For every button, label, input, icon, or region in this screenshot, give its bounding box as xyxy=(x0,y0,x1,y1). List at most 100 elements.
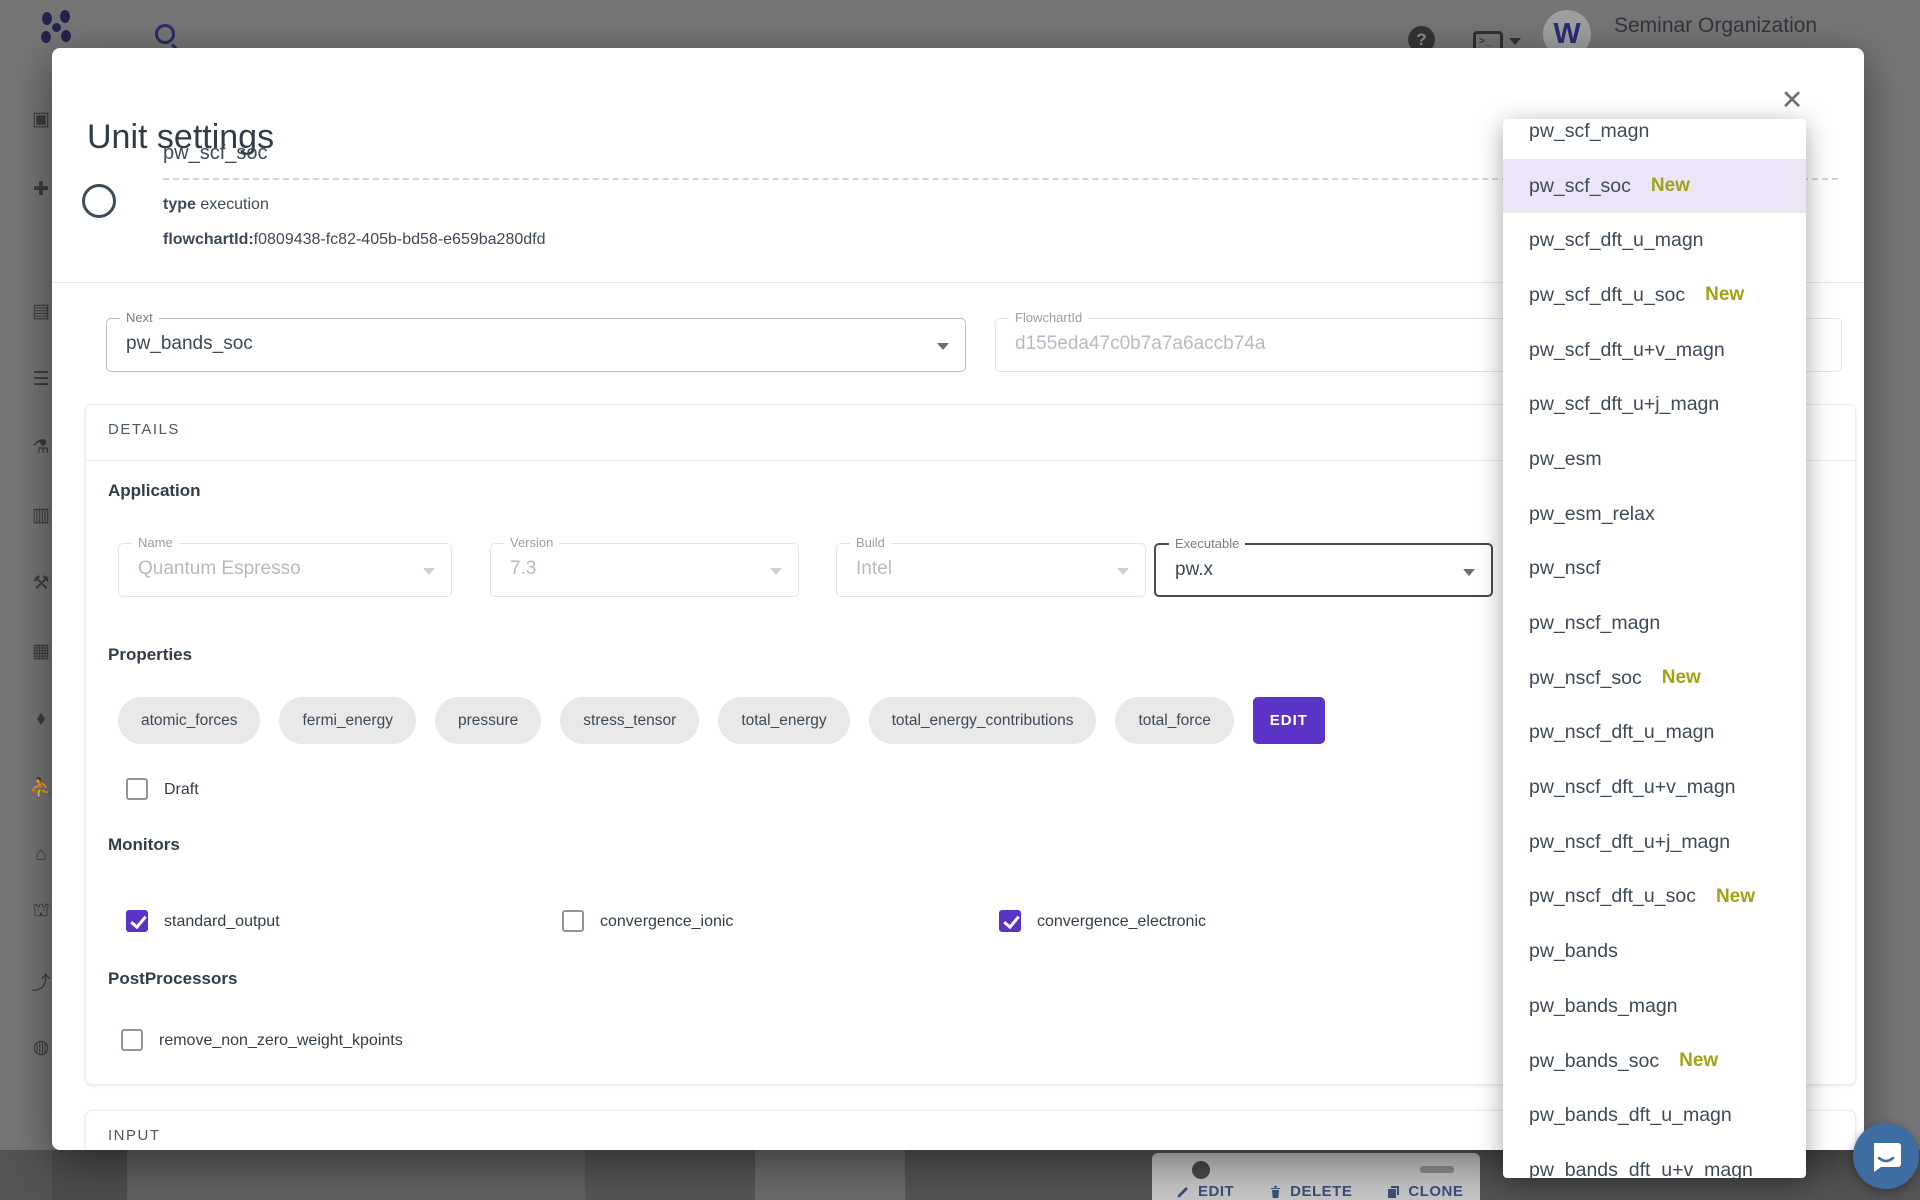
menu-item-label: pw_nscf_magn xyxy=(1529,612,1660,635)
menu-item-pw_nscf_dft_u_soc[interactable]: pw_nscf_dft_u_socNew xyxy=(1503,870,1806,925)
field-label: Build xyxy=(850,535,891,550)
menu-item-pw_bands[interactable]: pw_bands xyxy=(1503,924,1806,979)
remove_non_zero_weight_kpoints-checkbox[interactable] xyxy=(121,1029,143,1051)
search-icon[interactable] xyxy=(155,24,175,44)
draft-checkbox[interactable] xyxy=(126,778,148,800)
chevron-down-icon xyxy=(1463,569,1475,576)
plus-icon[interactable]: ✚ xyxy=(28,178,54,201)
menu-item-pw_nscf_dft_u+v_magn[interactable]: pw_nscf_dft_u+v_magn xyxy=(1503,760,1806,815)
menu-item-pw_esm[interactable]: pw_esm xyxy=(1503,432,1806,487)
menu-item-label: pw_nscf_dft_u+v_magn xyxy=(1529,776,1736,799)
field-value: Quantum Espresso xyxy=(138,558,301,580)
background-clone-button: CLONE xyxy=(1386,1183,1463,1200)
chevron-down-icon xyxy=(770,568,782,575)
postprocessors-title: PostProcessors xyxy=(108,969,237,989)
field-value: Intel xyxy=(856,558,892,580)
menu-item-pw_scf_dft_u+v_magn[interactable]: pw_scf_dft_u+v_magn xyxy=(1503,323,1806,378)
doc-icon[interactable]: ▥ xyxy=(28,504,54,527)
copy-icon[interactable]: ▤ xyxy=(28,300,54,323)
tag-icon[interactable]: ⬧ xyxy=(28,708,54,730)
new-badge: New xyxy=(1662,667,1701,689)
property-chip-total_force: total_force xyxy=(1115,697,1233,744)
input-header: INPUT xyxy=(108,1127,161,1144)
bank-icon[interactable]: ⌂ xyxy=(28,844,54,866)
chat-fab-button[interactable] xyxy=(1853,1123,1919,1189)
monitors-title: Monitors xyxy=(108,835,180,855)
menu-item-label: pw_scf_dft_u_magn xyxy=(1529,229,1704,252)
menu-item-pw_bands_dft_u_magn[interactable]: pw_bands_dft_u_magn xyxy=(1503,1088,1806,1143)
menu-item-pw_scf_dft_u_magn[interactable]: pw_scf_dft_u_magn xyxy=(1503,213,1806,268)
trash-icon xyxy=(1268,1184,1283,1199)
menu-item-pw_scf_dft_u+j_magn[interactable]: pw_scf_dft_u+j_magn xyxy=(1503,377,1806,432)
background-action-buttons: EDITDELETECLONE xyxy=(1176,1183,1463,1200)
build-select[interactable]: BuildIntel xyxy=(836,543,1146,597)
background-panel xyxy=(755,1150,905,1200)
unit-type: type execution xyxy=(163,196,269,214)
property-chip-stress_tensor: stress_tensor xyxy=(560,697,699,744)
remove_non_zero_weight_kpoints-label: remove_non_zero_weight_kpoints xyxy=(159,1032,403,1050)
menu-item-pw_nscf_dft_u_magn[interactable]: pw_nscf_dft_u_magn xyxy=(1503,706,1806,761)
squares-icon[interactable]: ▣ xyxy=(28,108,54,131)
flask-icon[interactable]: ⚗ xyxy=(28,436,54,459)
placeholder-bar xyxy=(1420,1166,1454,1173)
convergence_electronic-checkbox[interactable] xyxy=(999,910,1021,932)
menu-item-pw_scf_dft_u_soc[interactable]: pw_scf_dft_u_socNew xyxy=(1503,268,1806,323)
menu-item-pw_bands_soc[interactable]: pw_bands_socNew xyxy=(1503,1034,1806,1089)
field-label: Version xyxy=(504,535,559,550)
menu-item-pw_nscf_dft_u+j_magn[interactable]: pw_nscf_dft_u+j_magn xyxy=(1503,815,1806,870)
standard_output-checkbox[interactable] xyxy=(126,910,148,932)
globe-icon[interactable]: ◍ xyxy=(28,1036,54,1059)
menu-item-pw_nscf_magn[interactable]: pw_nscf_magn xyxy=(1503,596,1806,651)
convergence_ionic-checkbox[interactable] xyxy=(562,910,584,932)
menu-item-pw_nscf_soc[interactable]: pw_nscf_socNew xyxy=(1503,651,1806,706)
next-select-menu: pw_scf_magn pw_scf_soc New pw_scf_dft_u_mag… xyxy=(1503,119,1806,1178)
pencil-icon xyxy=(1176,1184,1191,1199)
new-badge: New xyxy=(1651,175,1690,197)
unit-node-icon xyxy=(82,184,116,218)
menu-item-label: pw_scf_dft_u+v_magn xyxy=(1529,339,1725,362)
organization-name: Seminar Organization xyxy=(1614,14,1817,38)
menu-item-pw_bands_dft_u+v_magn[interactable]: pw_bands_dft_u+v_magn xyxy=(1503,1143,1806,1178)
edit-properties-button[interactable]: EDIT xyxy=(1253,697,1325,744)
menu-item-label: pw_nscf xyxy=(1529,557,1601,580)
chevron-down-icon xyxy=(937,343,949,350)
status-dot-icon xyxy=(1192,1161,1210,1179)
menu-item-label: pw_esm_relax xyxy=(1529,503,1655,526)
next-select[interactable]: Next pw_bands_soc xyxy=(106,318,966,372)
media-icon[interactable]: ▦ xyxy=(28,640,54,663)
field-label: Executable xyxy=(1169,536,1245,551)
convergence_electronic-label: convergence_electronic xyxy=(1037,913,1206,931)
wrench-icon[interactable]: ⚒ xyxy=(28,572,54,595)
menu-item-label: pw_bands_dft_u+v_magn xyxy=(1529,1159,1753,1178)
menu-item-label: pw_nscf_dft_u+j_magn xyxy=(1529,831,1730,854)
executable-select[interactable]: Executablepw.x xyxy=(1154,543,1493,597)
clone-icon xyxy=(1386,1184,1401,1199)
menu-item-pw_nscf[interactable]: pw_nscf xyxy=(1503,542,1806,597)
background-action-card: EDITDELETECLONE xyxy=(1152,1153,1480,1200)
unit-type-label: type xyxy=(163,196,196,213)
details-header: DETAILS xyxy=(108,421,180,438)
menu-item-pw_bands_magn[interactable]: pw_bands_magn xyxy=(1503,979,1806,1034)
menu-item-label: pw_scf_dft_u+j_magn xyxy=(1529,393,1719,416)
close-icon[interactable]: ✕ xyxy=(1770,78,1814,122)
background-panel xyxy=(127,1150,585,1200)
version-select[interactable]: Version7.3 xyxy=(490,543,799,597)
menu-item-pw_scf_soc[interactable]: pw_scf_soc New xyxy=(1503,159,1806,214)
menu-item-label: pw_scf_soc xyxy=(1529,175,1631,198)
new-badge: New xyxy=(1679,1050,1718,1072)
users-icon[interactable]: ⛹ xyxy=(28,776,54,800)
draft-label: Draft xyxy=(164,781,199,799)
menu-item-label: pw_scf_magn xyxy=(1529,120,1649,143)
share-icon[interactable]: ⤴ xyxy=(28,968,54,995)
list-icon[interactable]: ☰ xyxy=(28,368,54,391)
name-select[interactable]: NameQuantum Espresso xyxy=(118,543,452,597)
team-icon[interactable]: ⛫ xyxy=(28,900,54,924)
background-edit-button: EDIT xyxy=(1176,1183,1234,1200)
menu-item-pw_scf_magn[interactable]: pw_scf_magn xyxy=(1503,119,1806,159)
flowchart-id-value: f0809438-fc82-405b-bd58-e659ba280dfd xyxy=(254,231,546,248)
menu-item-pw_esm_relax[interactable]: pw_esm_relax xyxy=(1503,487,1806,542)
chat-bubble-icon xyxy=(1869,1139,1903,1173)
new-badge: New xyxy=(1716,886,1755,908)
flowchartid-input-value: d155eda47c0b7a7a6accb74a xyxy=(1015,333,1265,355)
chevron-down-icon xyxy=(1117,568,1129,575)
